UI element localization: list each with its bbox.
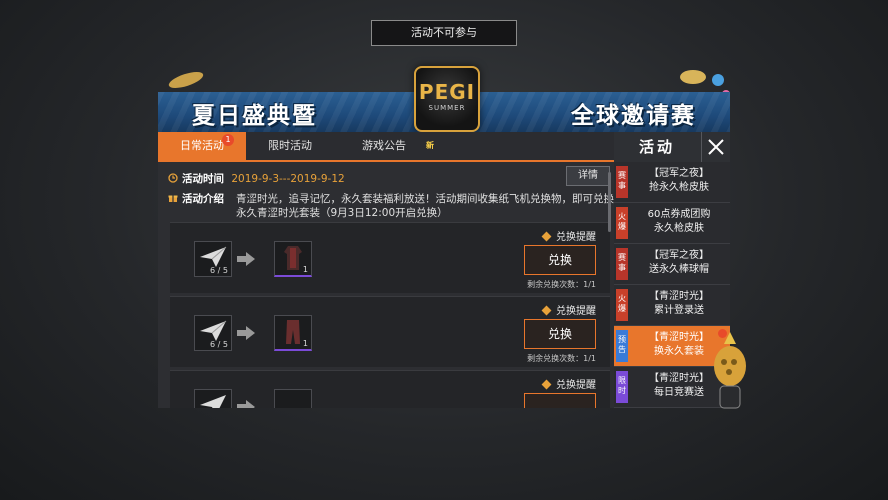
paper-plane-icon <box>200 395 226 408</box>
arrow-right-icon <box>237 326 255 340</box>
intro-text: 青涩时光，追寻记忆，永久套装福利放送！活动期间收集纸飞机兑换物，即可兑换永久青涩… <box>236 193 614 219</box>
sidebar-item-tag: 预告 <box>616 330 628 362</box>
sidebar-item-tag: 限时 <box>616 371 628 403</box>
reminder-label: 兑换提醒 <box>556 306 596 317</box>
exchange-card: 6 / 5 1 兑换提醒 兑换 剩余兑换次数：1/1 <box>170 222 610 293</box>
sidebar-item[interactable]: 赛事 【冠军之夜】 送永久棒球帽 <box>614 244 730 285</box>
reminder-label: 兑换提醒 <box>556 232 596 243</box>
item-count: 1 <box>302 339 308 348</box>
notification-badge: 1 <box>222 134 234 146</box>
diamond-icon <box>541 231 552 242</box>
sidebar-item-label: 【冠军之夜】 抢永久枪皮肤 <box>649 168 709 193</box>
time-value: 2019-9-3---2019-9-12 <box>231 173 345 185</box>
panel-header: 活动 <box>614 132 730 162</box>
activity-time-row: 活动时间 2019-9-3---2019-9-12 <box>168 171 345 186</box>
sidebar-item[interactable]: 火爆 【青涩时光】 累计登录送 <box>614 285 730 326</box>
pegi-logo: PEGI SUMMER <box>414 66 480 132</box>
activity-tabs: 日常活动 1 限时活动 游戏公告 新 <box>158 132 614 162</box>
sidebar-item[interactable]: 火爆 60点券成团购 永久枪皮肤 <box>614 203 730 244</box>
exchange-button[interactable]: 兑换 <box>524 319 596 349</box>
diamond-icon <box>541 379 552 390</box>
logo-subtext: SUMMER <box>428 104 466 112</box>
exchange-card: 兑换提醒 <box>170 370 610 408</box>
clock-icon <box>168 173 178 183</box>
tab-daily[interactable]: 日常活动 1 <box>158 132 246 160</box>
reward-slot[interactable]: 1 <box>274 241 312 277</box>
details-button[interactable]: 详情 <box>566 166 610 186</box>
paper-plane-slot[interactable]: 6 / 5 <box>194 241 232 277</box>
status-toast: 活动不可参与 <box>371 20 517 46</box>
arrow-right-icon <box>237 252 255 266</box>
gift-icon <box>168 195 178 202</box>
exchange-reminder[interactable]: 兑换提醒 <box>541 302 596 317</box>
balloon-decoration <box>167 68 205 92</box>
panel-title: 活动 <box>638 138 675 156</box>
exchange-reminder[interactable]: 兑换提醒 <box>541 376 596 391</box>
activity-intro: 活动介绍 青涩时光，追寻记忆，永久套装福利放送！活动期间收集纸飞机兑换物，即可兑… <box>168 192 614 219</box>
reward-slot[interactable] <box>274 389 312 408</box>
scrollbar[interactable] <box>608 172 611 232</box>
new-badge: 新 <box>426 141 434 150</box>
tab-limited[interactable]: 限时活动 <box>246 132 334 160</box>
sidebar-item[interactable]: 赛事 【冠军之夜】 抢永久枪皮肤 <box>614 162 730 203</box>
tab-announcements[interactable]: 游戏公告 新 <box>334 132 434 160</box>
activity-content: 活动时间 2019-9-3---2019-9-12 详情 活动介绍 青涩时光，追… <box>158 162 614 408</box>
sidebar-item-label: 【冠军之夜】 送永久棒球帽 <box>649 250 709 275</box>
banner-title-left: 夏日盛典暨 <box>192 103 317 129</box>
logo-text: PEGI <box>418 80 476 104</box>
item-count: 6 / 5 <box>210 340 228 349</box>
exchange-card: 6 / 5 1 兑换提醒 兑换 剩余兑换次数：1/1 <box>170 296 610 367</box>
sidebar-item-tag: 赛事 <box>616 248 628 280</box>
intro-label: 活动介绍 <box>182 193 224 205</box>
item-count: 6 / 5 <box>210 266 228 275</box>
reward-slot[interactable]: 1 <box>274 315 312 351</box>
reminder-label: 兑换提醒 <box>556 380 596 391</box>
balloon-decoration <box>712 74 724 86</box>
diamond-icon <box>541 305 552 316</box>
remaining-count: 剩余兑换次数：1/1 <box>527 354 596 363</box>
exchange-button[interactable]: 兑换 <box>524 245 596 275</box>
tab-label: 限时活动 <box>268 139 312 152</box>
activity-panel: 日常活动 1 限时活动 游戏公告 新 活动 活动时间 2019-9-3---20… <box>158 132 730 408</box>
balloon-decoration <box>680 70 706 84</box>
sidebar-item-tag: 火爆 <box>616 289 628 321</box>
arrow-right-icon <box>237 400 255 408</box>
paper-plane-slot[interactable]: 6 / 5 <box>194 315 232 351</box>
trophy-mascot-icon <box>714 332 746 409</box>
banner-title-right: 全球邀请赛 <box>571 103 696 129</box>
paper-plane-slot[interactable] <box>194 389 232 408</box>
exchange-reminder[interactable]: 兑换提醒 <box>541 228 596 243</box>
remaining-count: 剩余兑换次数：1/1 <box>527 280 596 289</box>
sidebar-item-label: 60点券成团购 永久枪皮肤 <box>647 209 711 234</box>
time-label: 活动时间 <box>182 173 224 185</box>
tab-label: 日常活动 <box>180 139 224 152</box>
exchange-button[interactable] <box>524 393 596 408</box>
close-icon <box>708 139 724 155</box>
sidebar-item-label: 【青涩时光】 累计登录送 <box>649 291 709 316</box>
sidebar-item-tag: 赛事 <box>616 166 628 198</box>
item-count: 1 <box>302 265 308 274</box>
close-button[interactable] <box>701 132 730 162</box>
tab-label: 游戏公告 <box>362 139 406 152</box>
sidebar-item-tag: 火爆 <box>616 207 628 239</box>
